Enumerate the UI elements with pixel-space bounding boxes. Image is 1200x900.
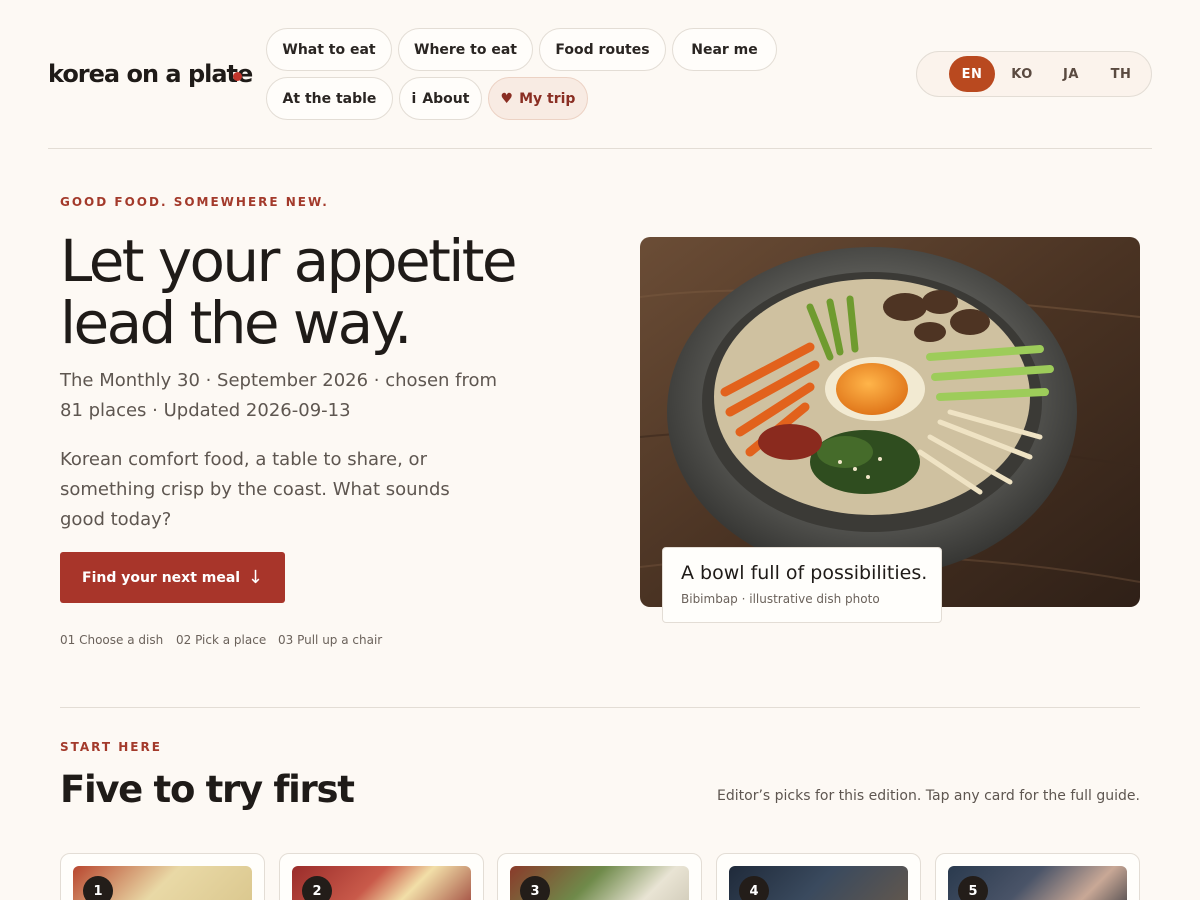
- arrow-down-icon: ↓: [247, 567, 263, 588]
- find-next-meal-button[interactable]: Find your next meal ↓: [60, 552, 285, 603]
- nav-where-to-eat[interactable]: Where to eat: [398, 28, 533, 71]
- step-choose-dish: 01 Choose a dish: [60, 633, 164, 647]
- caption-title: A bowl full of possibilities.: [681, 562, 928, 584]
- hero-eyebrow: GOOD FOOD. SOMEWHERE NEW.: [60, 195, 329, 209]
- nav-label: At the table: [282, 90, 377, 107]
- pick-number: 5: [958, 876, 988, 900]
- language-switcher: EN KO JA TH: [916, 51, 1152, 97]
- pick-number: 3: [520, 876, 550, 900]
- picks-note: Editor’s picks for this edition. Tap any…: [717, 788, 1140, 804]
- step-pick-place: 02 Pick a place: [176, 633, 267, 647]
- cta-label: Find your next meal: [82, 569, 241, 586]
- step-pull-up-chair: 03 Pull up a chair: [278, 633, 383, 647]
- nav-label: My trip: [519, 90, 576, 107]
- nav-label: Near me: [691, 41, 758, 58]
- site-header: korea on a plate What to eat Where to ea…: [48, 0, 1152, 149]
- nav-label: About: [422, 90, 470, 107]
- brand-logo[interactable]: korea on a plate: [48, 60, 253, 88]
- hero-headline: Let your appetite lead the way.: [60, 227, 518, 357]
- pick-card-2[interactable]: 2: [279, 853, 484, 900]
- nav-about[interactable]: i About: [399, 77, 482, 120]
- language-en[interactable]: EN: [949, 56, 995, 92]
- pick-number: 1: [83, 876, 113, 900]
- photo-caption: A bowl full of possibilities. Bibimbap ·…: [662, 547, 942, 623]
- pick-number: 2: [302, 876, 332, 900]
- nav-my-trip[interactable]: ♥ My trip: [488, 77, 588, 120]
- language-th[interactable]: TH: [1098, 56, 1144, 92]
- section-divider: [60, 707, 1140, 708]
- pick-card-4[interactable]: 4: [716, 853, 921, 900]
- heart-icon: ♥: [500, 90, 514, 107]
- caption-subtitle: Bibimbap · illustrative dish photo: [681, 592, 880, 606]
- language-ko[interactable]: KO: [999, 56, 1045, 92]
- pick-card-1[interactable]: 1: [60, 853, 265, 900]
- pick-number: 4: [739, 876, 769, 900]
- language-ja[interactable]: JA: [1048, 56, 1094, 92]
- nav-at-the-table[interactable]: At the table: [266, 77, 393, 120]
- brand-dot: [233, 72, 242, 81]
- nav-near-me[interactable]: Near me: [672, 28, 777, 71]
- nav-label: Where to eat: [414, 41, 517, 58]
- picks-eyebrow: START HERE: [60, 740, 162, 754]
- pick-card-3[interactable]: 3: [497, 853, 702, 900]
- nav-food-routes[interactable]: Food routes: [539, 28, 666, 71]
- nav-label: Food routes: [555, 41, 650, 58]
- pick-card-5[interactable]: 5: [935, 853, 1140, 900]
- picks-title: Five to try first: [60, 768, 355, 811]
- edition-meta: The Monthly 30 · September 2026 · chosen…: [60, 370, 498, 421]
- hero-lede: Korean comfort food, a table to share, o…: [60, 449, 450, 530]
- nav-label: What to eat: [282, 41, 376, 58]
- info-icon: i: [411, 90, 417, 107]
- nav-what-to-eat[interactable]: What to eat: [266, 28, 392, 71]
